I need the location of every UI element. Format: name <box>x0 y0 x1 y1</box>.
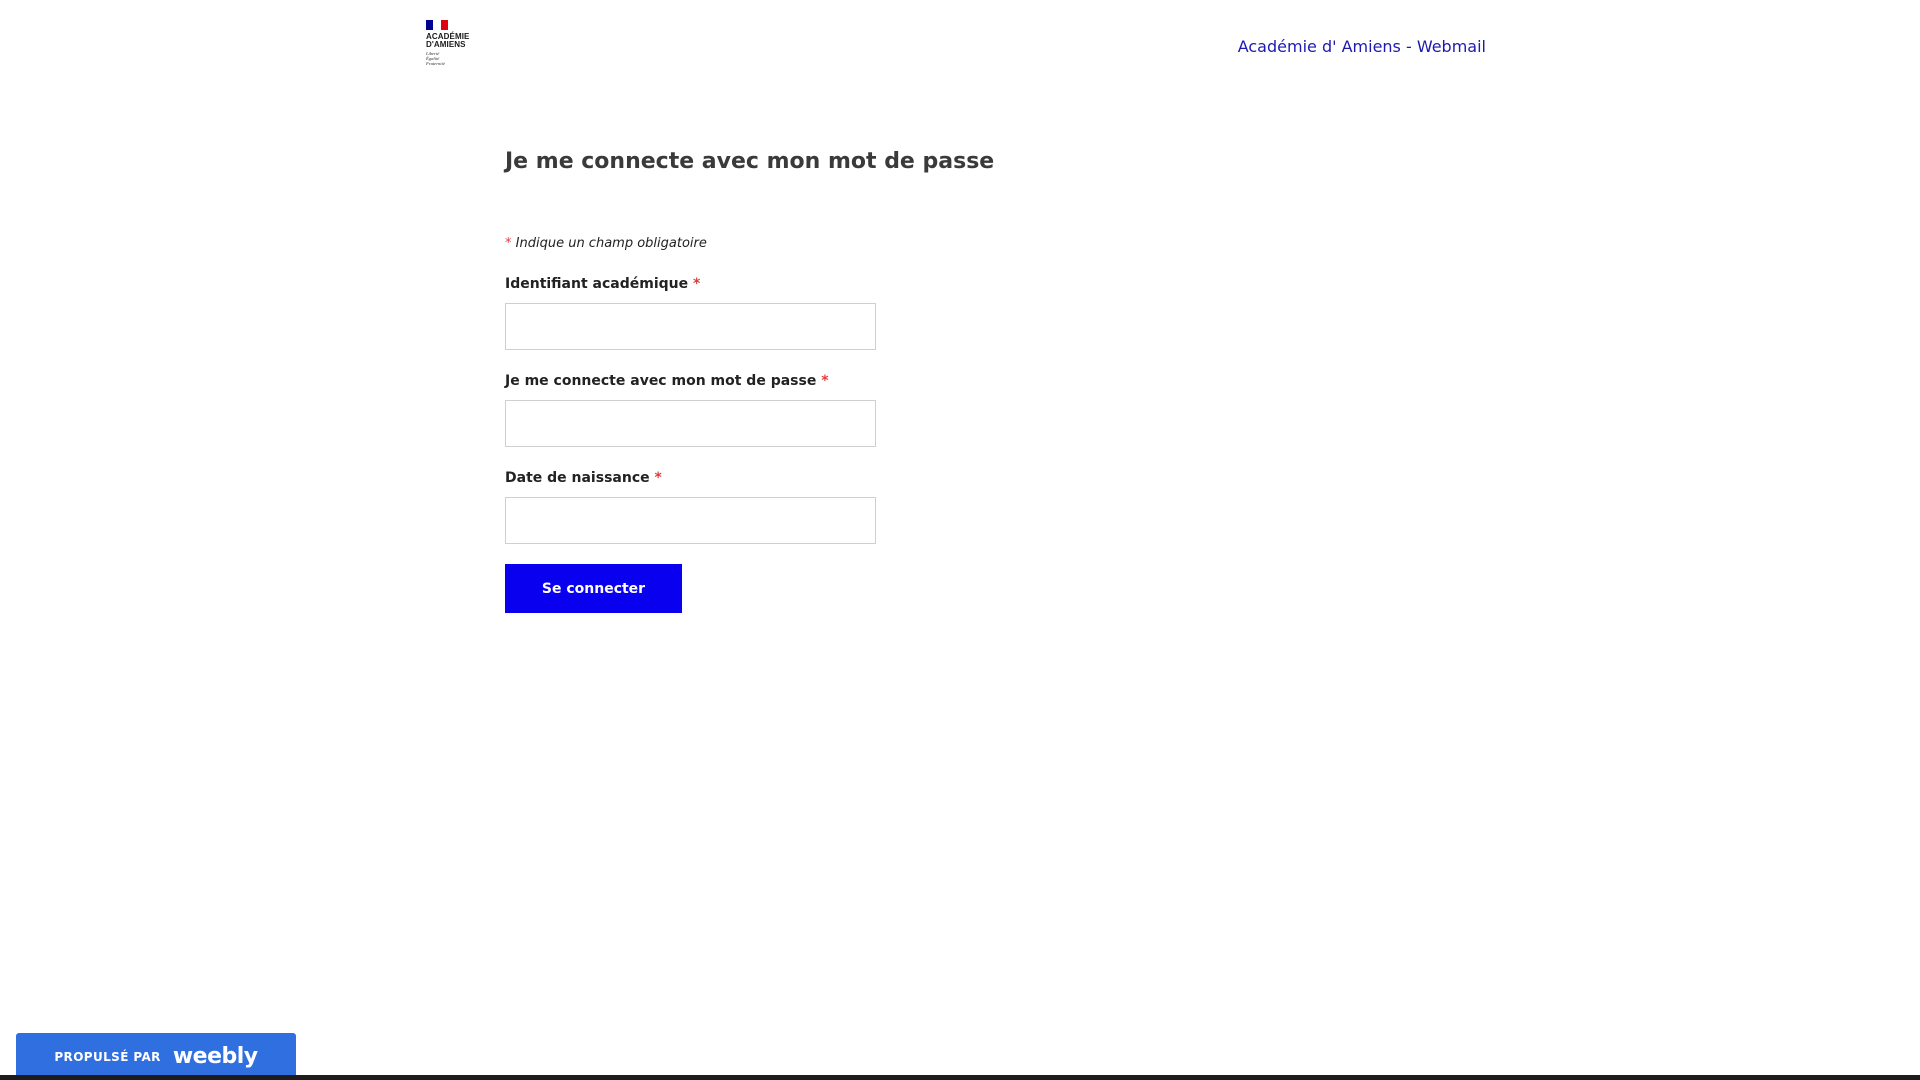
field-birthdate: Date de naissance * <box>505 469 1305 544</box>
weebly-badge[interactable]: PROPULSÉ PAR weebly <box>16 1033 296 1080</box>
field-identifiant-label-text: Identifiant académique <box>505 276 689 292</box>
bottom-bar <box>0 1075 1920 1080</box>
required-field-note: * Indique un champ obligatoire <box>505 235 1305 253</box>
password-input[interactable] <box>505 400 876 447</box>
page-title: Je me connecte avec mon mot de passe <box>505 149 995 174</box>
french-flag-icon <box>426 20 448 30</box>
field-birthdate-label-text: Date de naissance <box>505 470 650 486</box>
birthdate-input[interactable] <box>505 497 876 544</box>
logo-motto: Liberté Égalité Fraternité <box>426 51 478 66</box>
field-password-label-text: Je me connecte avec mon mot de passe <box>505 373 817 389</box>
required-note-text: Indique un champ obligatoire <box>515 236 707 251</box>
motto-line-3: Fraternité <box>426 61 445 66</box>
submit-button[interactable]: Se connecter <box>505 564 682 613</box>
required-asterisk: * <box>693 276 701 292</box>
field-identifiant-label: Identifiant académique * <box>505 275 1305 293</box>
required-asterisk: * <box>654 470 662 486</box>
login-form-section: Je me connecte avec mon mot de passe * I… <box>505 148 1305 613</box>
logo-name-line-2: D'AMIENS <box>426 40 466 49</box>
badge-prefix: PROPULSÉ PAR <box>54 1049 161 1064</box>
identifiant-input[interactable] <box>505 303 876 350</box>
academie-logo[interactable]: ACADÉMIE D'AMIENS Liberté Égalité Frater… <box>426 20 478 70</box>
site-title-link[interactable]: Académie d' Amiens - Webmail <box>1238 37 1486 56</box>
field-password: Je me connecte avec mon mot de passe * <box>505 372 1305 447</box>
required-asterisk: * <box>821 373 829 389</box>
field-identifiant: Identifiant académique * <box>505 275 1305 350</box>
field-password-label: Je me connecte avec mon mot de passe * <box>505 372 1305 390</box>
logo-name: ACADÉMIE D'AMIENS <box>426 33 478 49</box>
required-asterisk: * <box>505 236 512 251</box>
weebly-logo: weebly <box>172 1044 258 1069</box>
field-birthdate-label: Date de naissance * <box>505 469 1305 487</box>
